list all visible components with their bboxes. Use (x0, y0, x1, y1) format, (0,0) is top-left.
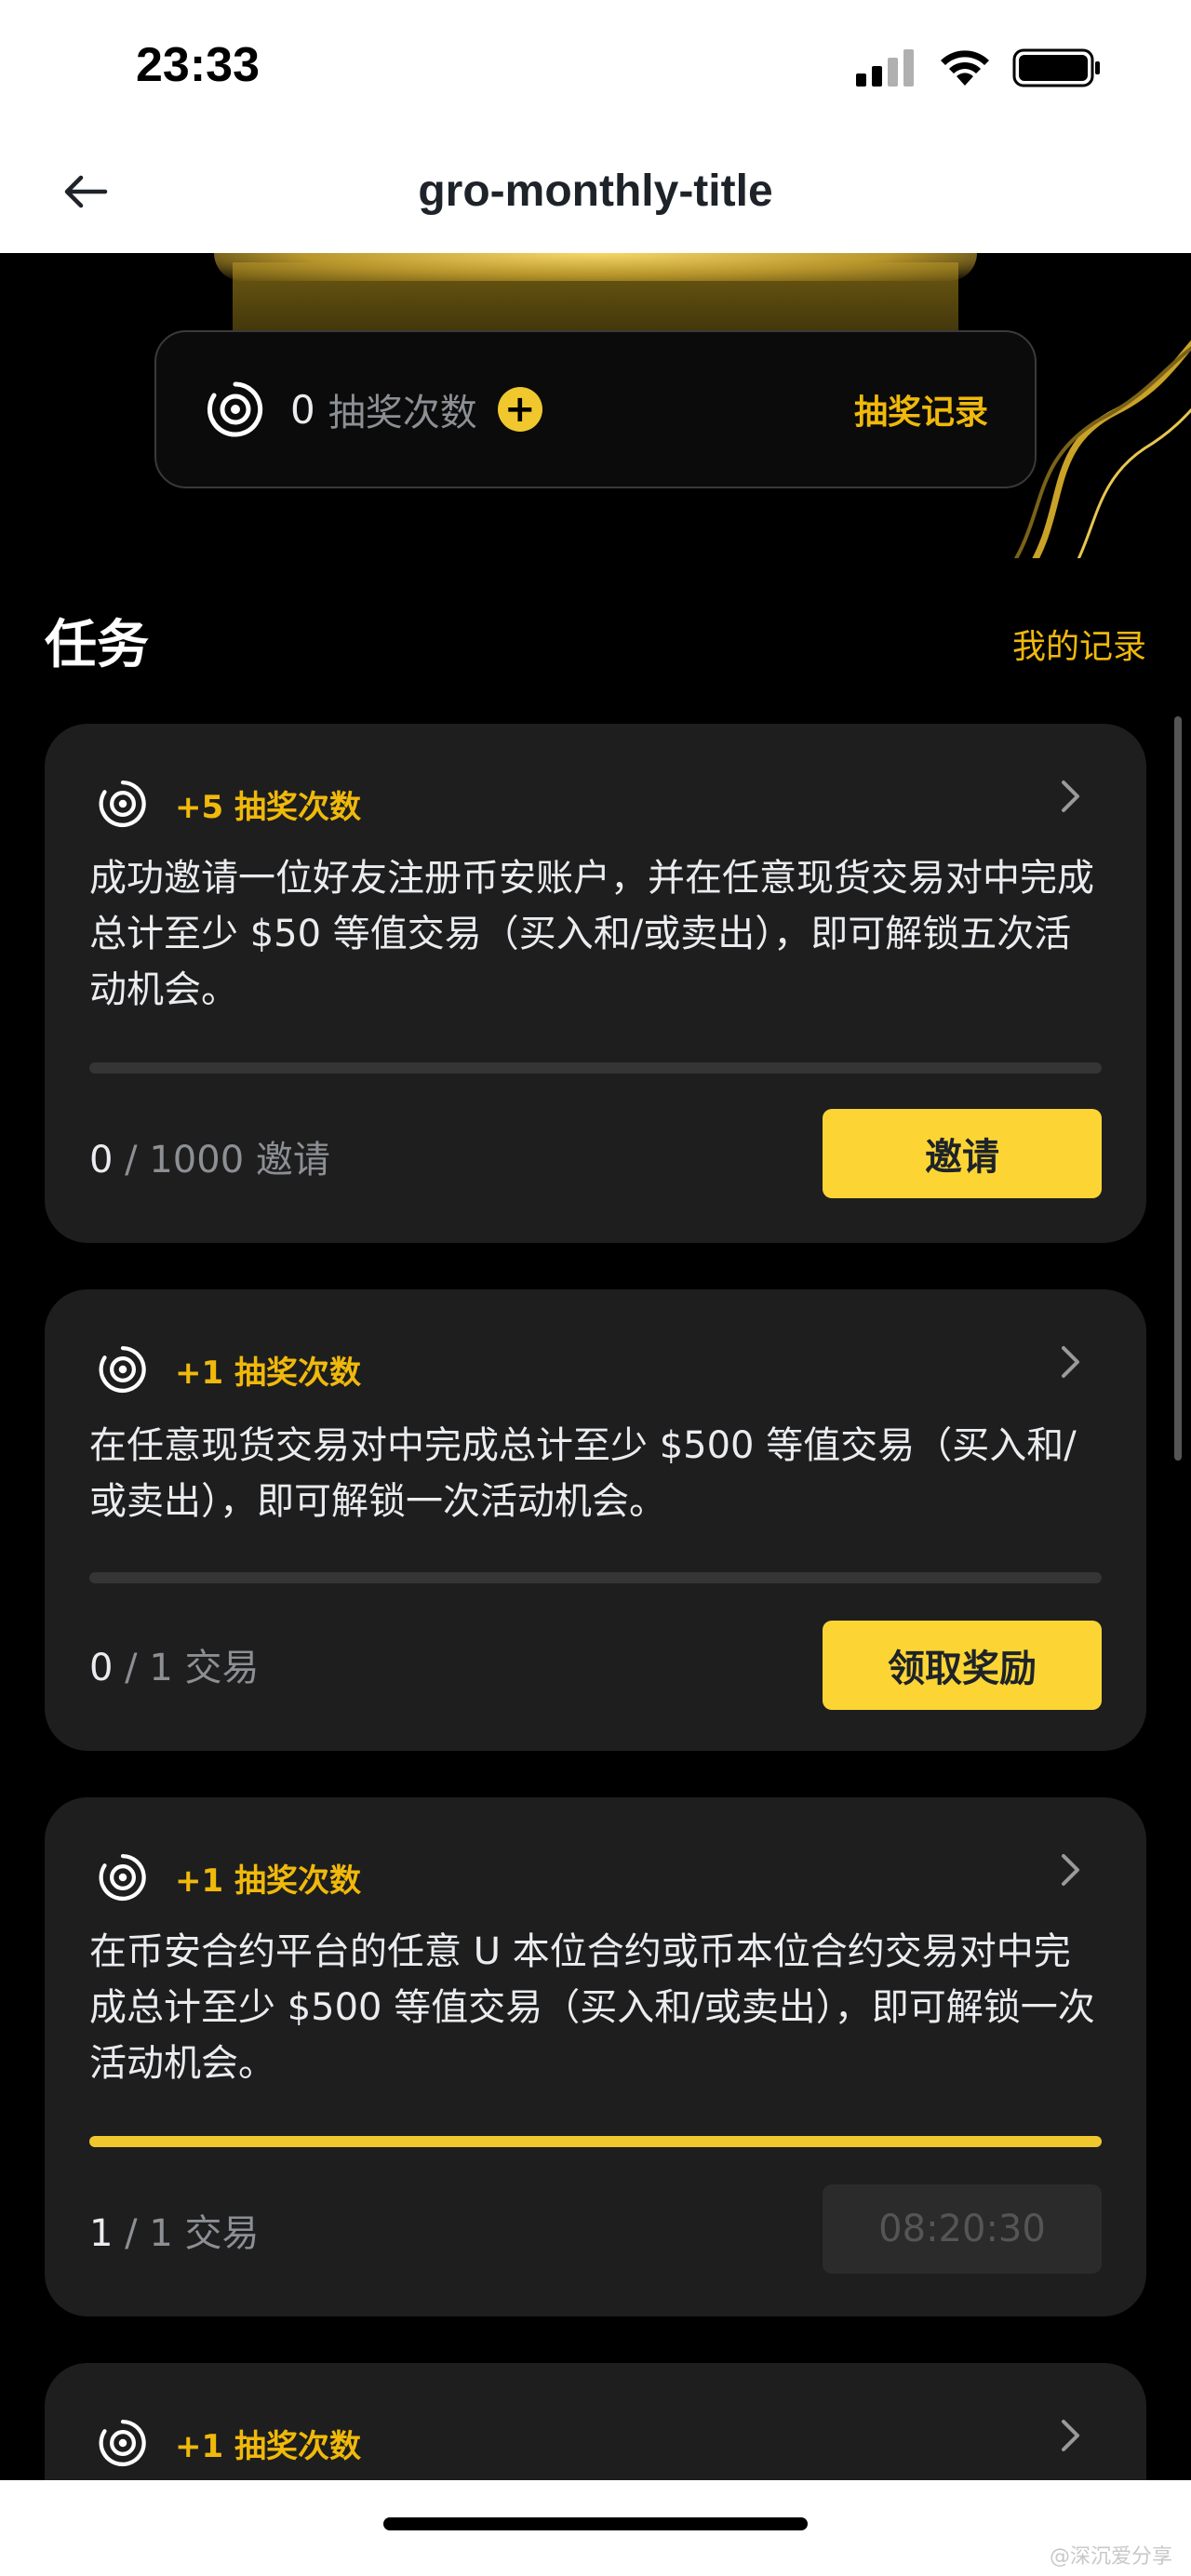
task-card[interactable]: +5 抽奖次数 成功邀请一位好友注册币安账户，并在任意现货交易对中完成总计至少 … (45, 724, 1146, 1243)
cellular-signal-icon (856, 49, 914, 87)
chevron-right-icon[interactable] (1051, 2417, 1089, 2454)
claim-reward-button[interactable]: 领取奖励 (823, 1621, 1102, 1710)
task-progress-total: / 1000 邀请 (113, 1139, 330, 1181)
task-description: 在任意现货交易对中完成总计至少 $500 等值交易（买入和/或卖出），即可解锁一… (89, 1424, 1077, 1523)
watermark: @深沉爱分享 (1049, 2545, 1172, 2569)
lottery-target-icon (99, 1345, 146, 1394)
navigation-bar: gro-monthly-title (0, 140, 1191, 253)
task-progress-text: 0 / 1000 邀请 (89, 1129, 330, 1183)
task-progress-text: 0 / 1 交易 (89, 1637, 260, 1691)
task-card[interactable]: +1 抽奖次数 在币安合约平台的任意 U 本位合约或币本位合约交易对中完成总计至… (45, 1797, 1146, 2316)
wifi-icon (941, 50, 989, 86)
home-indicator[interactable] (383, 2517, 808, 2530)
task-description: 在币安合约平台的任意 U 本位合约或币本位合约交易对中完成总计至少 $500 等… (89, 1930, 1095, 2085)
tasks-heading: 任务 (45, 615, 149, 675)
lottery-target-icon (207, 381, 263, 437)
invite-button[interactable]: 邀请 (823, 1109, 1102, 1198)
task-card-header: +5 抽奖次数 (97, 778, 361, 830)
task-progress-current: 0 (89, 1647, 114, 1689)
task-progress-total: / 1 交易 (113, 1647, 260, 1689)
task-progress-total: / 1 交易 (113, 2212, 260, 2255)
task-progress-current: 1 (89, 2212, 114, 2255)
draw-chances-bar: 0 抽奖次数 + 抽奖记录 (154, 330, 1037, 488)
lottery-target-icon (99, 2419, 146, 2467)
page-title: gro-monthly-title (418, 167, 773, 216)
chevron-right-icon[interactable] (1051, 1343, 1089, 1381)
status-icons (856, 48, 1102, 87)
task-reward-label: +1 抽奖次数 (175, 1862, 361, 1900)
task-reward-label: +5 抽奖次数 (175, 788, 361, 826)
task-progress-bar (89, 1062, 1102, 1074)
draw-count-label: 抽奖次数 (328, 392, 477, 434)
lottery-target-icon (99, 1853, 146, 1902)
task-card[interactable]: +1 抽奖次数 在任意现货交易对中完成总计至少 $500 等值交易（买入和/或卖… (45, 1289, 1146, 1751)
battery-icon (1012, 48, 1100, 87)
task-description: 成功邀请一位好友注册币安账户，并在任意现货交易对中完成总计至少 $50 等值交易… (89, 857, 1094, 1011)
task-card-header: +1 抽奖次数 (97, 1343, 361, 1395)
scrollbar[interactable] (1174, 716, 1182, 1461)
my-records-link[interactable]: 我的记录 (1012, 620, 1146, 668)
hero-glow (214, 253, 977, 281)
add-draws-button[interactable]: + (497, 387, 542, 432)
home-indicator-area: @深沉爱分享 (0, 2480, 1191, 2576)
task-progress-bar (89, 1572, 1102, 1583)
task-reward-label: +1 抽奖次数 (175, 1354, 361, 1392)
task-progress-fill (89, 2136, 1102, 2147)
task-progress-bar (89, 2136, 1102, 2147)
task-card-header: +1 抽奖次数 (97, 2417, 361, 2469)
task-progress-text: 1 / 1 交易 (89, 2203, 260, 2257)
cooldown-timer-button: 08:20:30 (823, 2184, 1102, 2274)
task-reward-label: +1 抽奖次数 (175, 2427, 361, 2465)
draw-history-link[interactable]: 抽奖记录 (854, 385, 988, 434)
draw-count: 0 (290, 386, 315, 433)
status-time: 23:33 (136, 38, 260, 92)
task-progress-current: 0 (89, 1139, 114, 1181)
chevron-right-icon[interactable] (1051, 1851, 1089, 1889)
task-card-header: +1 抽奖次数 (97, 1851, 361, 1903)
chevron-right-icon[interactable] (1051, 778, 1089, 815)
lottery-target-icon (99, 780, 146, 828)
status-bar: 23:33 (0, 0, 1191, 140)
